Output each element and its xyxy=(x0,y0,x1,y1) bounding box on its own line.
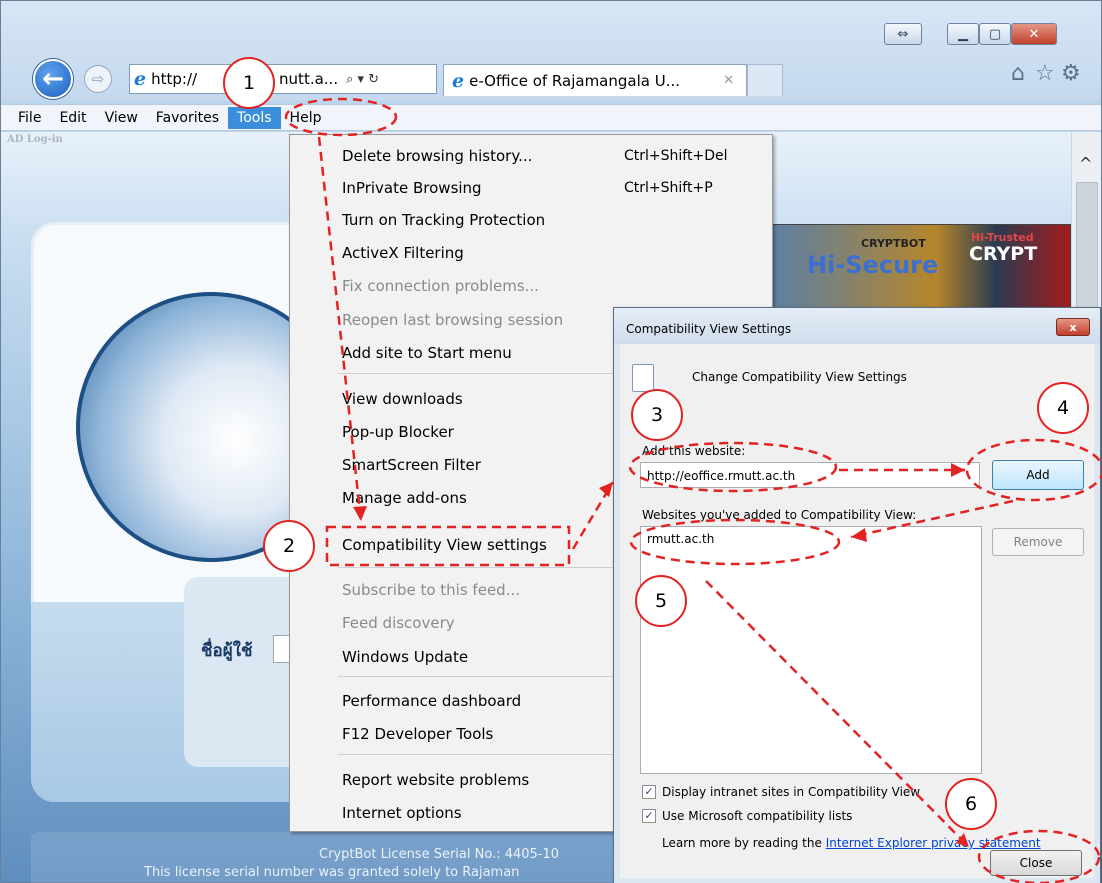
step-2-marker: 2 xyxy=(263,520,315,572)
arrowhead-6 xyxy=(956,833,969,847)
compat-highlight-rect xyxy=(325,525,571,567)
step-3-marker: 3 xyxy=(631,389,683,441)
close-highlight-ellipse xyxy=(977,829,1101,883)
tools-highlight-ellipse xyxy=(284,97,398,137)
arrowhead-5 xyxy=(851,528,867,542)
arrow-5-6 xyxy=(705,580,970,848)
url-highlight-ellipse xyxy=(628,441,838,493)
arrowhead-2 xyxy=(353,506,367,521)
arrow-1-2 xyxy=(317,136,363,522)
step-1-marker: 1 xyxy=(223,57,275,109)
step-5-marker: 5 xyxy=(635,575,687,627)
step-4-marker: 4 xyxy=(1037,382,1089,434)
arrowhead-4 xyxy=(951,463,965,477)
step-6-marker: 6 xyxy=(945,778,997,830)
arrow-4-5 xyxy=(850,499,1014,539)
add-highlight-ellipse xyxy=(965,438,1102,502)
list-highlight-ellipse xyxy=(629,518,841,566)
annotation-overlay xyxy=(284,97,1102,883)
browser-window: ⇔ ▁ ▢ ✕ ← ⇨ e http:// nutt.a... ⌕ ▾ ↻ e … xyxy=(0,0,1102,883)
